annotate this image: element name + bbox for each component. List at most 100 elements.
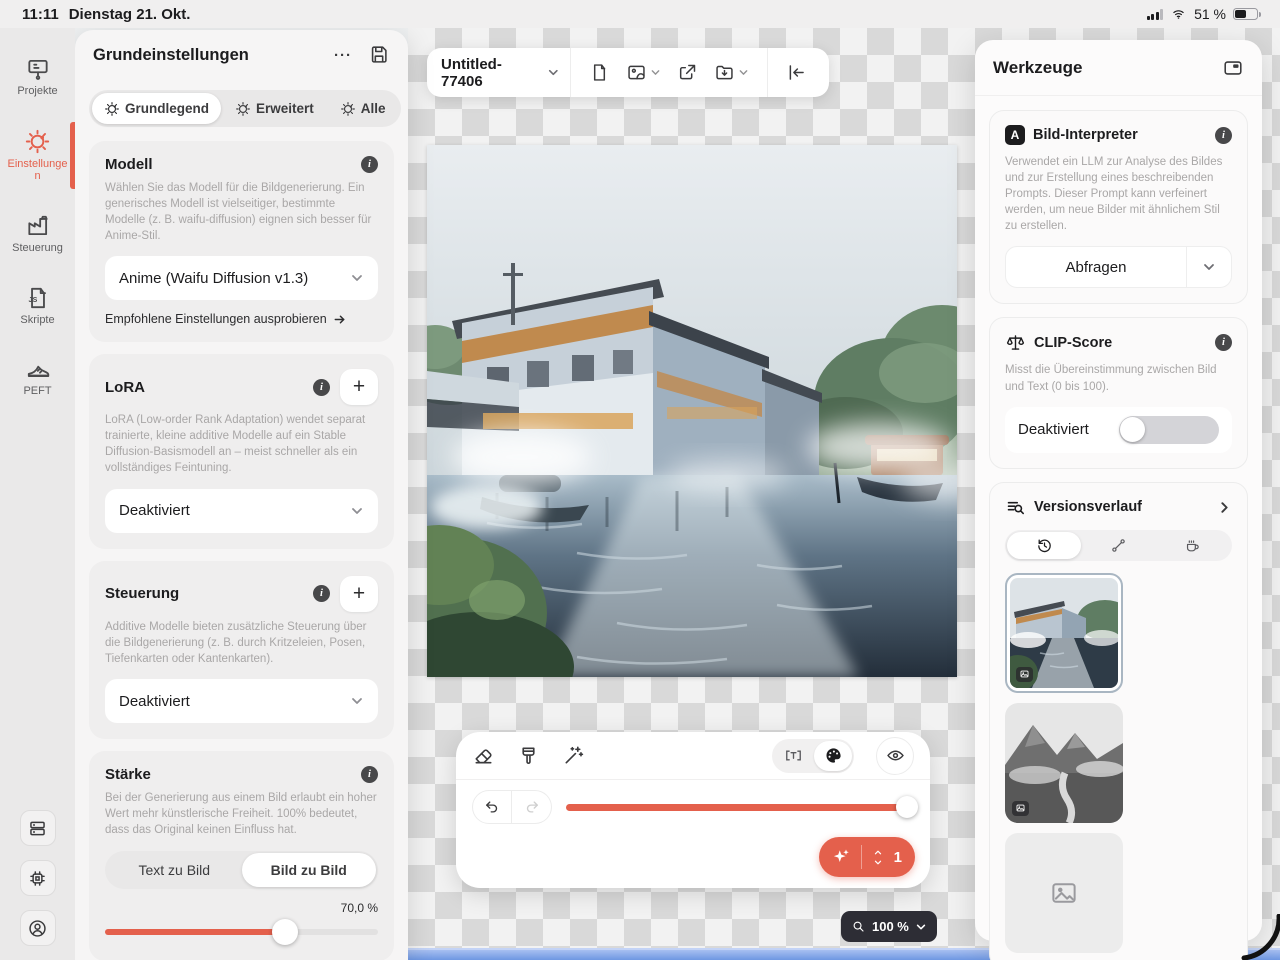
dial-icon <box>104 101 120 117</box>
slider-knob[interactable] <box>272 919 298 945</box>
lineage-tab[interactable] <box>1081 532 1155 559</box>
sidebar-item-skripte[interactable]: JS Skripte <box>0 285 75 327</box>
info-icon[interactable]: i <box>313 379 330 396</box>
segment-bild-zu-bild[interactable]: Bild zu Bild <box>242 853 377 887</box>
more-options-icon[interactable]: ··· <box>334 47 352 64</box>
color-mode-button[interactable] <box>814 741 852 771</box>
sidebar-item-projekte[interactable]: Projekte <box>0 56 75 98</box>
brush-tool[interactable] <box>517 744 540 767</box>
tab-alle[interactable]: Alle <box>328 93 398 124</box>
account-button[interactable] <box>20 910 56 946</box>
clip-score-switch[interactable] <box>1119 416 1220 444</box>
server-button[interactable] <box>20 810 56 846</box>
lora-select[interactable]: Deaktiviert <box>105 489 378 533</box>
clip-score-toggle-row: Deaktiviert <box>1005 407 1232 453</box>
versionsverlauf-card: Versionsverlauf <box>989 482 1248 960</box>
clip-score-description: Misst die Übereinstimmung zwischen Bild … <box>1005 362 1232 394</box>
add-lora-button[interactable]: + <box>340 369 378 405</box>
redo-icon <box>523 798 541 816</box>
query-options-button[interactable] <box>1187 260 1231 274</box>
eraser-tool[interactable] <box>472 744 495 767</box>
info-icon[interactable]: i <box>1215 334 1232 351</box>
share-button[interactable] <box>669 62 706 83</box>
chevron-up-icon <box>872 848 884 857</box>
info-icon[interactable]: i <box>361 156 378 173</box>
settings-panel: Grundeinstellungen ··· Grundlegend Erwei… <box>75 30 408 960</box>
version-thumbnail-current[interactable] <box>1005 573 1123 693</box>
import-image-button[interactable] <box>618 62 669 83</box>
model-select[interactable]: Anime (Waifu Diffusion v1.3) <box>105 256 378 300</box>
factory-icon <box>25 213 51 239</box>
chevron-right-icon[interactable] <box>1217 500 1232 515</box>
document-title-dropdown[interactable]: Untitled-77406 <box>441 56 560 90</box>
collapse-left-icon <box>786 62 807 83</box>
chevron-down-icon <box>350 504 364 518</box>
coffee-icon <box>1184 537 1201 554</box>
magic-wand-tool[interactable] <box>562 744 585 767</box>
info-icon[interactable]: i <box>361 766 378 783</box>
dial-icon <box>235 101 251 117</box>
new-document-button[interactable] <box>581 62 618 83</box>
undo-icon <box>483 798 501 816</box>
pen-stroke <box>1238 914 1280 960</box>
chevron-down-icon <box>547 66 560 79</box>
control-select[interactable]: Deaktiviert <box>105 679 378 723</box>
staerke-description: Bei der Generierung aus einem Bild erlau… <box>105 791 378 839</box>
tab-grundlegend[interactable]: Grundlegend <box>92 93 221 124</box>
strength-value: 70,0 % <box>105 901 378 915</box>
image-badge-icon <box>1016 667 1033 682</box>
history-tab[interactable] <box>1007 532 1081 559</box>
tab-erweitert[interactable]: Erweitert <box>223 93 326 124</box>
save-to-folder-button[interactable] <box>706 62 757 83</box>
chevron-down-icon <box>738 67 749 78</box>
generated-image[interactable] <box>427 145 957 677</box>
strength-slider[interactable] <box>105 919 378 945</box>
device-settings-button[interactable] <box>20 860 56 896</box>
recommended-settings-link[interactable]: Empfohlene Einstellungen ausprobieren <box>105 312 378 326</box>
chevron-down-icon <box>350 271 364 285</box>
preview-button[interactable] <box>876 737 914 775</box>
version-thumbnail-empty[interactable] <box>1005 833 1123 953</box>
add-control-button[interactable]: + <box>340 576 378 612</box>
battery-percent: 51 % <box>1194 6 1226 22</box>
settings-dial-icon <box>24 128 51 155</box>
version-thumbnail-previous[interactable] <box>1005 703 1123 823</box>
sidebar-item-label: PEFT <box>5 385 71 398</box>
settings-panel-title: Grundeinstellungen <box>93 46 334 65</box>
collapse-panel-button[interactable] <box>778 62 815 83</box>
settings-tabs: Grundlegend Erweitert Alle <box>75 80 408 131</box>
batch-count: 1 <box>894 849 902 866</box>
date: Dienstag 21. Okt. <box>69 6 191 23</box>
brush-size-slider[interactable] <box>566 795 914 819</box>
sidebar-item-einstellungen[interactable]: Einstellungen <box>0 128 75 183</box>
new-document-icon <box>589 62 610 83</box>
document-toolbar: Untitled-77406 <box>427 48 829 97</box>
batch-count-stepper[interactable] <box>872 848 884 867</box>
editing-toolbar: 1 <box>456 732 930 888</box>
undo-button[interactable] <box>472 790 512 824</box>
zoom-control[interactable]: 100 % <box>841 911 937 942</box>
sidebar: Projekte Einstellungen Steuerung JS Skri… <box>0 0 75 960</box>
generate-button[interactable]: 1 <box>819 837 915 877</box>
interpreter-title: Bild-Interpreter <box>1033 127 1207 143</box>
redo-button[interactable] <box>512 790 552 824</box>
slider-knob[interactable] <box>896 796 918 818</box>
status-bar: 11:11 Dienstag 21. Okt. 51 % <box>0 0 1280 28</box>
bild-interpreter-card: A Bild-Interpreter i Verwendet ein LLM z… <box>989 110 1248 304</box>
pip-window-icon[interactable] <box>1222 57 1244 79</box>
sidebar-item-peft[interactable]: PEFT <box>0 356 75 398</box>
chevron-down-icon <box>872 858 884 867</box>
modell-title: Modell <box>105 156 361 173</box>
chevron-down-icon <box>350 694 364 708</box>
text-mode-button[interactable] <box>774 741 812 771</box>
lora-card: LoRA i + LoRA (Low-order Rank Adaptation… <box>89 354 394 548</box>
favorites-tab[interactable] <box>1156 532 1230 559</box>
projector-screen-icon <box>25 56 51 82</box>
info-icon[interactable]: i <box>1215 127 1232 144</box>
query-button[interactable]: Abfragen <box>1005 246 1232 288</box>
palette-icon <box>824 746 843 765</box>
segment-text-zu-bild[interactable]: Text zu Bild <box>107 853 242 887</box>
sidebar-item-steuerung[interactable]: Steuerung <box>0 213 75 255</box>
info-icon[interactable]: i <box>313 585 330 602</box>
save-preset-icon[interactable] <box>368 44 390 66</box>
